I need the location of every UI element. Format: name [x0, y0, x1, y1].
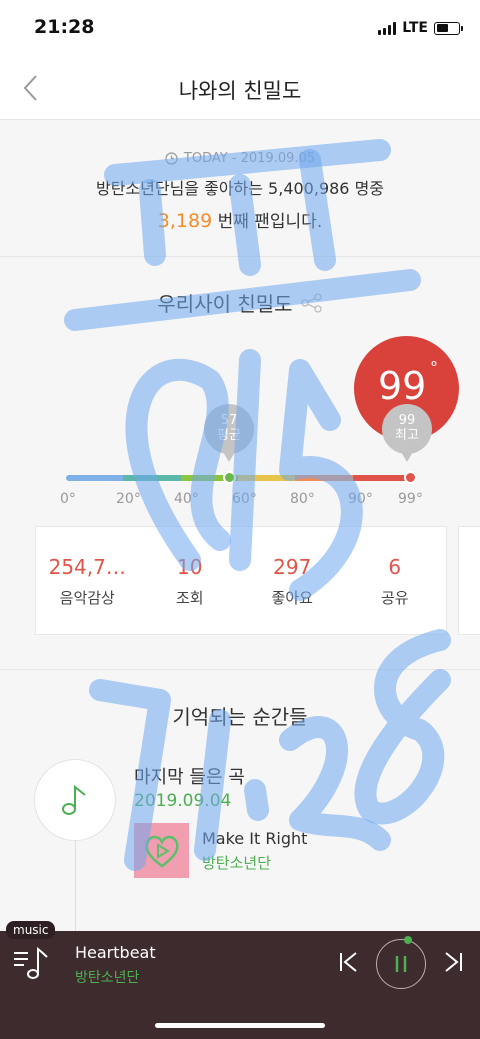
previous-button[interactable]: [336, 949, 362, 975]
today-date: TODAY - 2019.09.05: [183, 151, 316, 166]
max-marker: 99 최고: [382, 404, 432, 462]
moments-section: 기억되는 순간들 마지막 들은 곡 2019.09.04 Make It Rig…: [0, 671, 480, 933]
nav-bar: 나와의 친밀도: [0, 56, 480, 120]
average-scale-dot: [223, 471, 237, 484]
next-button[interactable]: [440, 949, 466, 975]
scale-segment: [237, 475, 296, 481]
stat-item: 10 조회: [139, 527, 242, 634]
stat-value: 10: [177, 555, 203, 579]
song-artist[interactable]: 방탄소년단: [202, 852, 271, 873]
signal-icon: [378, 21, 397, 35]
scale-label: 0°: [60, 491, 76, 507]
player-song-title[interactable]: Heartbeat: [75, 943, 156, 962]
stats-card[interactable]: 254,7… 음악감상 10 조회 297 좋아요 6 공유: [35, 526, 447, 635]
clock-icon: [165, 152, 178, 165]
stat-item: 6 공유: [344, 527, 447, 634]
fan-count-text: 방탄소년단님을 좋아하는 5,400,986 명중: [95, 179, 385, 198]
rank-section: TODAY - 2019.09.05 방탄소년단님을 좋아하는 5,400,98…: [0, 121, 480, 257]
stat-item: 254,7… 음악감상: [36, 527, 139, 634]
intimacy-section: 우리사이 친밀도 99 ° 57 평균 99 최고 0° 20° 40° 60° 80°…: [0, 258, 480, 670]
home-indicator[interactable]: [155, 1023, 325, 1028]
average-marker: 57 평균: [204, 404, 254, 462]
max-label: 최고: [395, 428, 419, 443]
intimacy-score-unit: °: [430, 358, 438, 377]
max-scale-dot: [404, 471, 417, 484]
scale-label: 40°: [174, 491, 199, 507]
album-art[interactable]: [134, 823, 189, 878]
intimacy-score: 99: [378, 364, 427, 408]
progress-dot: [404, 936, 412, 944]
share-icon[interactable]: [300, 292, 323, 313]
last-song-marker: [34, 759, 116, 841]
stat-label: 좋아요: [271, 589, 313, 607]
battery-icon: [434, 21, 463, 35]
fan-rank-text: 3,189 번째 팬입니다.: [0, 207, 480, 232]
status-time: 21:28: [34, 16, 95, 38]
stat-label: 조회: [175, 589, 204, 607]
moments-title: 기억되는 순간들: [172, 705, 308, 729]
player-song-artist[interactable]: 방탄소년단: [75, 967, 139, 987]
stat-label: 음악감상: [59, 589, 115, 607]
scale-segment: [66, 475, 124, 481]
pause-button[interactable]: [376, 936, 426, 989]
intimacy-title: 우리사이 친밀도: [157, 292, 293, 316]
scale-label: 99°: [398, 491, 423, 507]
music-tag: music: [6, 921, 56, 939]
mini-player[interactable]: music Heartbeat 방탄소년단: [0, 921, 480, 1039]
scale-segment: [123, 475, 181, 481]
scale-label: 20°: [116, 491, 141, 507]
stat-label: 공유: [380, 589, 409, 607]
status-bar: 21:28 LTE: [0, 0, 480, 56]
stat-value: 297: [273, 555, 312, 579]
status-indicators: LTE: [378, 20, 463, 36]
scale-labels: 0° 20° 40° 60° 80° 90° 99°: [52, 491, 432, 509]
playlist-icon[interactable]: [12, 943, 52, 983]
stat-value: 6: [388, 555, 402, 579]
scale-segment: [295, 475, 353, 481]
scale-label: 80°: [290, 491, 315, 507]
fan-rank-number: 3,189: [157, 210, 213, 232]
scale-label: 60°: [232, 491, 257, 507]
music-note-icon: [62, 784, 86, 815]
max-value: 99: [398, 413, 416, 428]
album-heart-icon: [144, 835, 179, 868]
average-label: 평균: [217, 428, 241, 443]
average-value: 57: [220, 413, 238, 428]
page-title: 나와의 친밀도: [178, 79, 302, 103]
network-label: LTE: [402, 20, 428, 36]
intimacy-scale-bar: [66, 475, 410, 481]
scale-segment: [352, 475, 410, 481]
today-line: TODAY - 2019.09.05: [0, 151, 480, 166]
fan-rank-suffix: 번째 팬입니다.: [212, 212, 323, 232]
last-song-date: 2019.09.04: [134, 791, 232, 811]
last-song-label: 마지막 들은 곡: [134, 767, 245, 788]
stat-item: 297 좋아요: [241, 527, 344, 634]
song-title[interactable]: Make It Right: [202, 829, 307, 848]
intimacy-title-row: 우리사이 친밀도: [0, 288, 480, 317]
stat-value: 254,7…: [48, 555, 126, 579]
next-card-peek[interactable]: [458, 526, 480, 635]
scale-label: 90°: [348, 491, 373, 507]
pause-icon: [395, 956, 407, 972]
